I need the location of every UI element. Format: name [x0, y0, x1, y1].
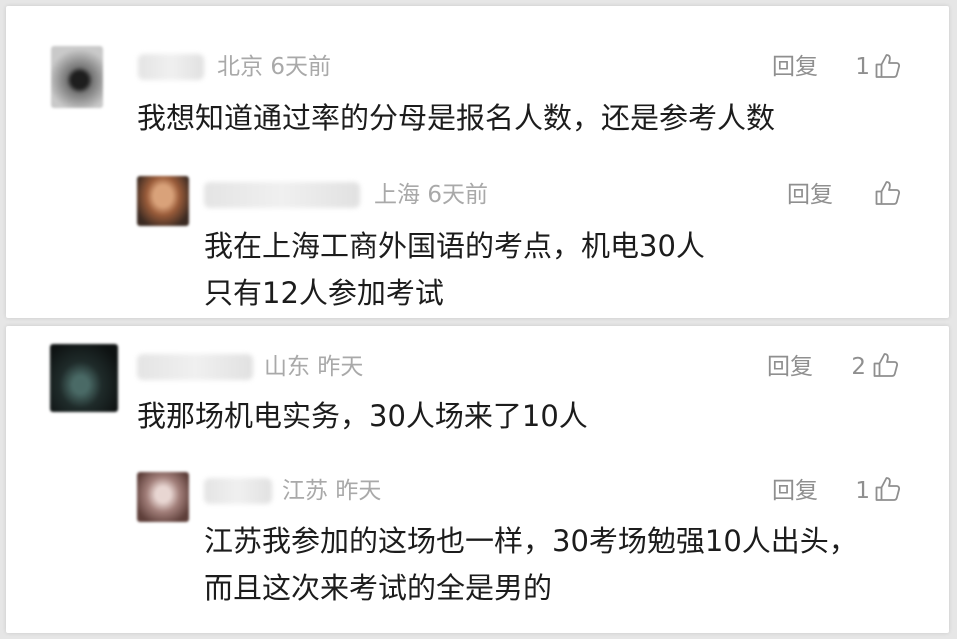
avatar[interactable]: [51, 46, 103, 108]
timestamp: 昨天: [317, 354, 364, 380]
comment-meta: 江苏 昨天: [282, 476, 381, 506]
reply-button[interactable]: 回复: [772, 52, 818, 82]
comment-text: 我那场机电实务，30人场来了10人: [137, 399, 588, 433]
comment-card: 山东 昨天 回复 2 我那场机电实务，30人场来了10人 江苏 昨天 回复 1 …: [6, 326, 949, 633]
timestamp: 6天前: [427, 182, 488, 208]
location: 上海: [374, 182, 420, 208]
timestamp: 6天前: [270, 54, 331, 80]
avatar[interactable]: [137, 472, 189, 522]
reply-button[interactable]: 回复: [772, 476, 818, 506]
reply-button[interactable]: 回复: [787, 180, 833, 210]
username-blurred[interactable]: [137, 354, 253, 380]
thumbs-up-icon[interactable]: [874, 52, 902, 80]
timestamp: 昨天: [335, 478, 382, 504]
comment-text: 我在上海工商外国语的考点，机电30人只有12人参加考试: [204, 229, 705, 310]
comment-text: 江苏我参加的这场也一样，30考场勉强10人出头，而且这次来考试的全是男的: [204, 524, 858, 605]
thumbs-up-icon[interactable]: [874, 475, 902, 503]
username-blurred[interactable]: [138, 54, 204, 80]
comment-card: 北京 6天前 回复 1 我想知道通过率的分母是报名人数，还是参考人数 上海 6天…: [6, 6, 949, 318]
comment-meta: 上海 6天前: [374, 180, 488, 210]
reply-button[interactable]: 回复: [767, 352, 813, 382]
thumbs-up-icon[interactable]: [872, 351, 900, 379]
comment-meta: 北京 6天前: [217, 52, 331, 82]
username-blurred[interactable]: [204, 478, 272, 504]
like-count: 1: [855, 54, 870, 80]
comment-meta: 山东 昨天: [264, 352, 363, 382]
like-count: 1: [855, 478, 870, 504]
comment-text: 我想知道通过率的分母是报名人数，还是参考人数: [137, 101, 776, 135]
avatar[interactable]: [50, 344, 118, 412]
username-blurred[interactable]: [204, 182, 360, 208]
location: 山东: [264, 354, 310, 380]
thumbs-up-icon[interactable]: [874, 179, 902, 207]
location: 江苏: [282, 478, 328, 504]
avatar[interactable]: [137, 176, 189, 226]
like-count: 2: [851, 354, 866, 380]
location: 北京: [217, 54, 263, 80]
